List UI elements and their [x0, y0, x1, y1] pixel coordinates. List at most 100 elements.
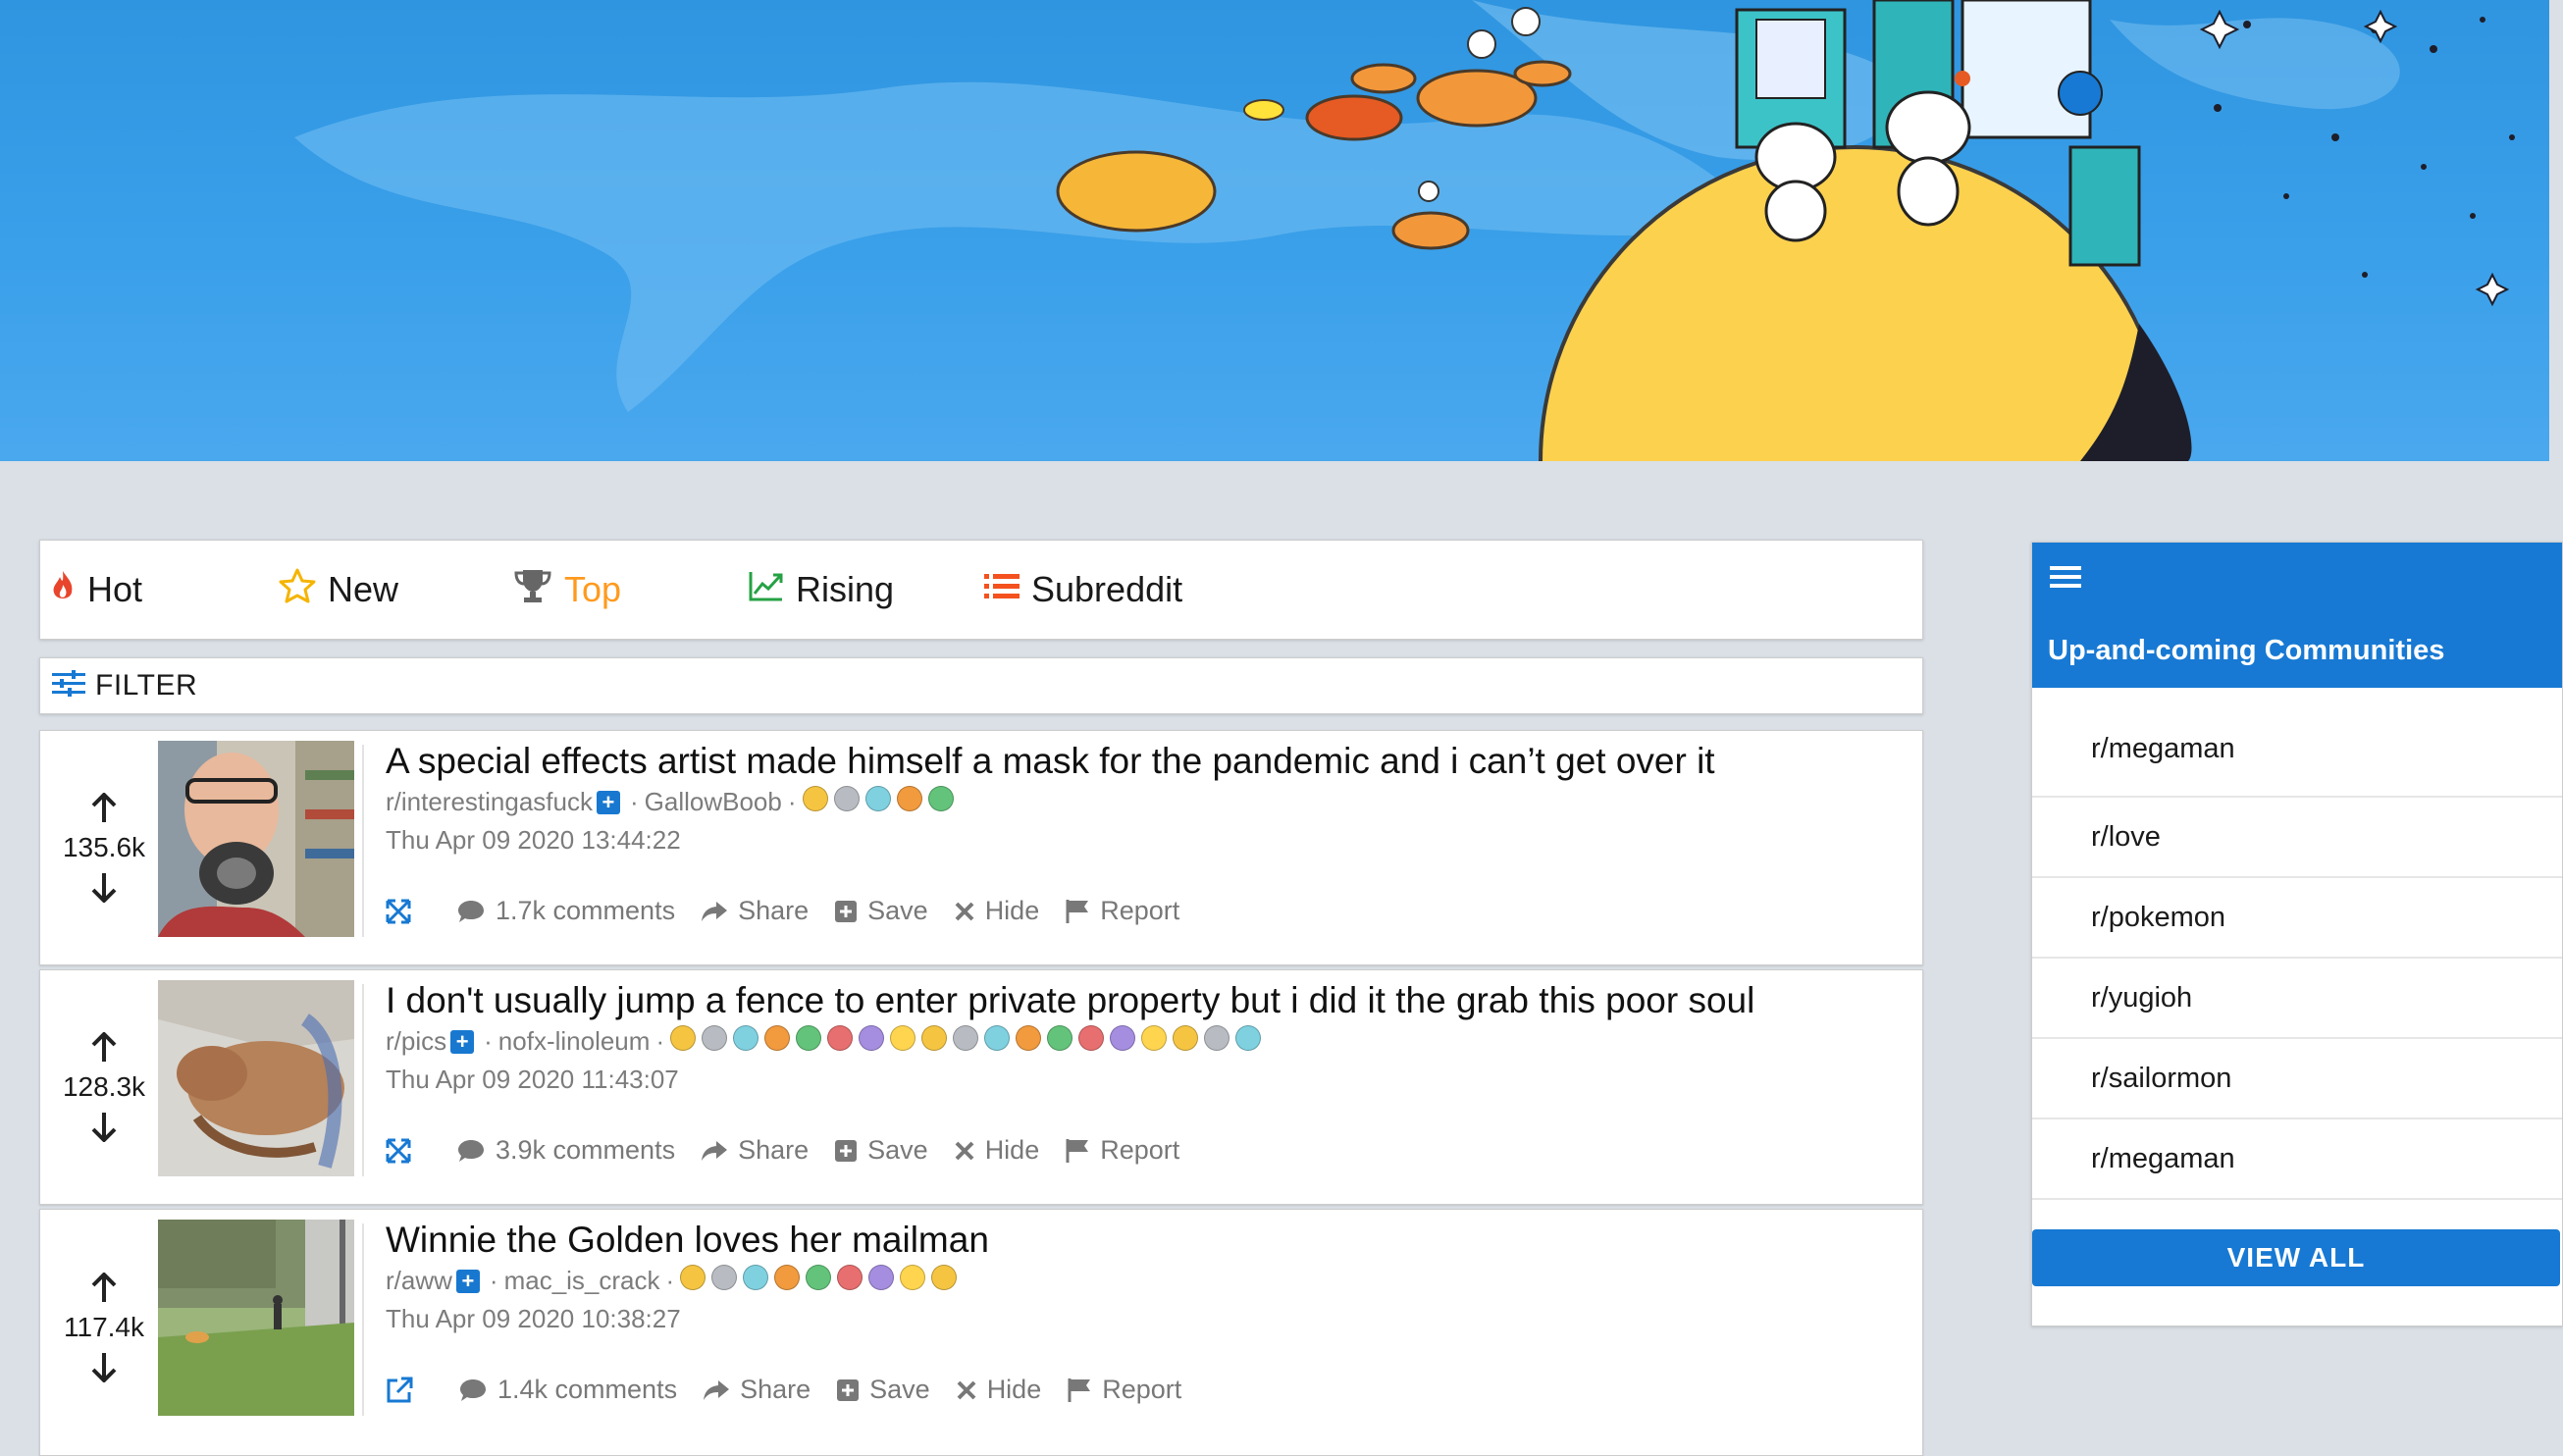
award-icon	[868, 1265, 895, 1290]
author-link[interactable]: nofx-linoleum	[498, 1026, 651, 1057]
filter-button[interactable]: FILTER	[52, 669, 197, 702]
post-date: Thu Apr 09 2020 13:44:22	[386, 825, 681, 855]
list-icon	[984, 569, 1020, 610]
thumbnail-divider	[362, 1223, 364, 1416]
award-icons	[680, 1265, 963, 1297]
post-thumbnail[interactable]	[158, 1220, 354, 1416]
author-link[interactable]: mac_is_crack	[504, 1266, 660, 1296]
expand-button[interactable]	[386, 899, 421, 924]
comment-icon	[458, 1139, 484, 1162]
hide-label: Hide	[984, 896, 1040, 925]
close-icon	[955, 1141, 974, 1160]
filter-bar: FILTER	[39, 657, 1923, 714]
subreddit-link[interactable]: r/aww	[386, 1266, 452, 1296]
community-list: r/megaman r/love r/pokemon r/yugioh r/sa…	[2032, 690, 2562, 1200]
award-icon	[711, 1265, 738, 1290]
meta-separator: ·	[787, 787, 797, 816]
hide-button[interactable]: Hide	[954, 1135, 1039, 1166]
downvote-arrow-icon[interactable]	[84, 867, 124, 907]
comments-button[interactable]: 1.7k comments	[456, 896, 675, 926]
community-item[interactable]: r/yugioh	[2032, 959, 2562, 1039]
post-actions: 1.4k comments Share Save Hide Report	[386, 1375, 1207, 1405]
award-icon	[1173, 1025, 1199, 1051]
report-button[interactable]: Report	[1067, 1375, 1181, 1405]
award-icon	[1016, 1025, 1042, 1051]
downvote-arrow-icon[interactable]	[84, 1107, 124, 1146]
save-button[interactable]: Save	[834, 1135, 928, 1166]
downvote-arrow-icon[interactable]	[84, 1347, 124, 1386]
report-label: Report	[1102, 1375, 1182, 1404]
join-plus-icon[interactable]: +	[450, 1029, 475, 1054]
award-icon	[984, 1025, 1011, 1051]
post-score: 135.6k	[62, 832, 146, 862]
award-icon	[743, 1265, 769, 1290]
hide-button[interactable]: Hide	[954, 896, 1040, 926]
post-title[interactable]: I don't usually jump a fence to enter pr…	[386, 980, 1897, 1021]
expand-icon	[386, 1138, 411, 1163]
award-icon	[827, 1025, 854, 1051]
community-item[interactable]: r/megaman	[2032, 1119, 2562, 1200]
subreddit-link[interactable]: r/pics	[386, 1026, 446, 1057]
upvote-arrow-icon[interactable]	[84, 789, 124, 828]
external-link-button[interactable]	[386, 1377, 423, 1404]
post-title[interactable]: A special effects artist made himself a …	[386, 741, 1897, 782]
community-item[interactable]: r/megaman	[2032, 690, 2562, 798]
tab-hot[interactable]: Hot	[50, 541, 142, 639]
flag-icon	[1066, 899, 1089, 923]
post-meta: r/interestingasfuck + · GallowBoob ·	[386, 786, 960, 818]
post-title[interactable]: Winnie the Golden loves her mailman	[386, 1220, 1897, 1261]
award-icon	[796, 1025, 822, 1051]
award-icon	[1204, 1025, 1230, 1051]
expand-button[interactable]	[386, 1138, 421, 1164]
tab-top[interactable]: Top	[513, 541, 621, 639]
subreddit-link[interactable]: r/interestingasfuck	[386, 787, 593, 817]
save-button[interactable]: Save	[834, 896, 928, 926]
post-thumbnail[interactable]	[158, 980, 354, 1176]
share-button[interactable]: Share	[703, 1375, 811, 1405]
report-button[interactable]: Report	[1065, 896, 1179, 926]
tab-new[interactable]: New	[279, 541, 398, 639]
expand-icon	[386, 899, 411, 923]
share-button[interactable]: Share	[701, 1135, 809, 1166]
award-icon	[764, 1025, 791, 1051]
flame-icon	[50, 569, 76, 611]
save-plus-icon	[835, 900, 858, 922]
award-icons	[670, 1025, 1267, 1058]
banner-illustration	[294, 0, 2515, 461]
community-item[interactable]: r/sailormon	[2032, 1039, 2562, 1119]
close-icon	[955, 902, 974, 920]
sidebar-title: Up-and-coming Communities	[2048, 635, 2445, 666]
award-icon	[1141, 1025, 1168, 1051]
share-button[interactable]: Share	[701, 896, 809, 926]
award-icon	[953, 1025, 979, 1051]
award-icon	[931, 1265, 958, 1290]
comments-button[interactable]: 3.9k comments	[456, 1135, 675, 1166]
award-icon	[896, 786, 922, 811]
post-thumbnail[interactable]	[158, 741, 354, 937]
join-plus-icon[interactable]: +	[596, 790, 620, 814]
tab-rising[interactable]: Rising	[749, 541, 894, 639]
hide-button[interactable]: Hide	[956, 1375, 1041, 1405]
author-link[interactable]: GallowBoob	[645, 787, 782, 817]
community-item[interactable]: r/love	[2032, 798, 2562, 878]
post-score: 128.3k	[62, 1071, 146, 1102]
hamburger-icon[interactable]	[2050, 564, 2081, 595]
community-item[interactable]: r/pokemon	[2032, 878, 2562, 959]
post-meta: r/aww + · mac_is_crack ·	[386, 1265, 963, 1297]
meta-separator: ·	[665, 1266, 675, 1295]
comments-count: 1.4k comments	[497, 1375, 678, 1404]
view-all-button[interactable]: VIEW ALL	[2032, 1229, 2560, 1286]
post-date: Thu Apr 09 2020 11:43:07	[386, 1065, 679, 1094]
save-button[interactable]: Save	[836, 1375, 930, 1405]
award-icon	[900, 1265, 926, 1290]
award-icon	[806, 1265, 832, 1290]
report-button[interactable]: Report	[1065, 1135, 1179, 1166]
award-icon	[864, 786, 891, 811]
join-plus-icon[interactable]: +	[455, 1269, 480, 1293]
upvote-arrow-icon[interactable]	[84, 1269, 124, 1308]
upvote-arrow-icon[interactable]	[84, 1028, 124, 1067]
comments-button[interactable]: 1.4k comments	[458, 1375, 677, 1405]
trend-up-icon	[749, 569, 784, 610]
tab-new-label: New	[328, 569, 399, 609]
tab-subreddit[interactable]: Subreddit	[984, 541, 1182, 639]
